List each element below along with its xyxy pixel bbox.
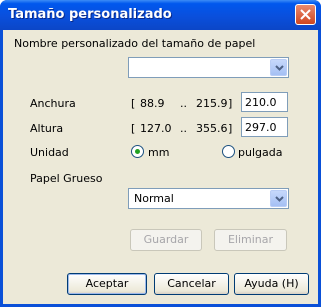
unit-mm-label[interactable]: mm — [148, 146, 169, 159]
width-range-open: [ — [131, 97, 136, 110]
width-input[interactable]: 210.0 — [241, 92, 288, 112]
combo-arrow-button[interactable] — [270, 190, 287, 207]
width-label: Anchura — [30, 97, 76, 110]
accept-button[interactable]: Aceptar — [67, 273, 147, 295]
cancel-button[interactable]: Cancelar — [154, 273, 229, 295]
unit-inch-label[interactable]: pulgada — [238, 146, 282, 159]
paper-combo[interactable]: Normal — [128, 188, 289, 209]
height-input[interactable]: 297.0 — [241, 117, 288, 137]
title-bar[interactable]: Tamaño personalizado — [0, 0, 321, 30]
delete-button[interactable]: Eliminar — [214, 229, 287, 251]
custom-name-label: Nombre personalizado del tamaño de papel — [14, 37, 256, 50]
width-range-close: ] — [228, 97, 233, 110]
height-label: Altura — [30, 122, 64, 135]
dialog-body: Nombre personalizado del tamaño de papel… — [3, 30, 318, 304]
close-button[interactable] — [295, 4, 316, 25]
chevron-down-icon — [275, 196, 284, 202]
height-min: 127.0 — [140, 122, 172, 135]
height-max: 355.6 — [196, 122, 228, 135]
height-range-close: ] — [228, 122, 233, 135]
height-range-open: [ — [131, 122, 136, 135]
radio-selected-dot — [135, 149, 140, 154]
paper-label: Papel Grueso — [30, 172, 103, 185]
unit-inch-radio[interactable] — [222, 145, 235, 158]
width-value: 210.0 — [245, 96, 277, 109]
unit-mm-radio[interactable] — [131, 145, 144, 158]
dialog-window: Tamaño personalizado Nombre personalizad… — [0, 0, 321, 307]
height-value: 297.0 — [245, 121, 277, 134]
paper-value: Normal — [134, 192, 174, 205]
combo-arrow-button[interactable] — [270, 59, 287, 76]
help-button[interactable]: Ayuda (H) — [234, 273, 309, 295]
dialog-title: Tamaño personalizado — [8, 7, 172, 22]
unit-label: Unidad — [30, 146, 69, 159]
height-range-sep: .. — [180, 122, 187, 135]
close-icon — [300, 9, 311, 20]
width-range-sep: .. — [180, 97, 187, 110]
custom-name-combo[interactable] — [128, 57, 289, 78]
save-button[interactable]: Guardar — [130, 229, 202, 251]
chevron-down-icon — [275, 65, 284, 71]
width-max: 215.9 — [196, 97, 228, 110]
width-min: 88.9 — [140, 97, 165, 110]
